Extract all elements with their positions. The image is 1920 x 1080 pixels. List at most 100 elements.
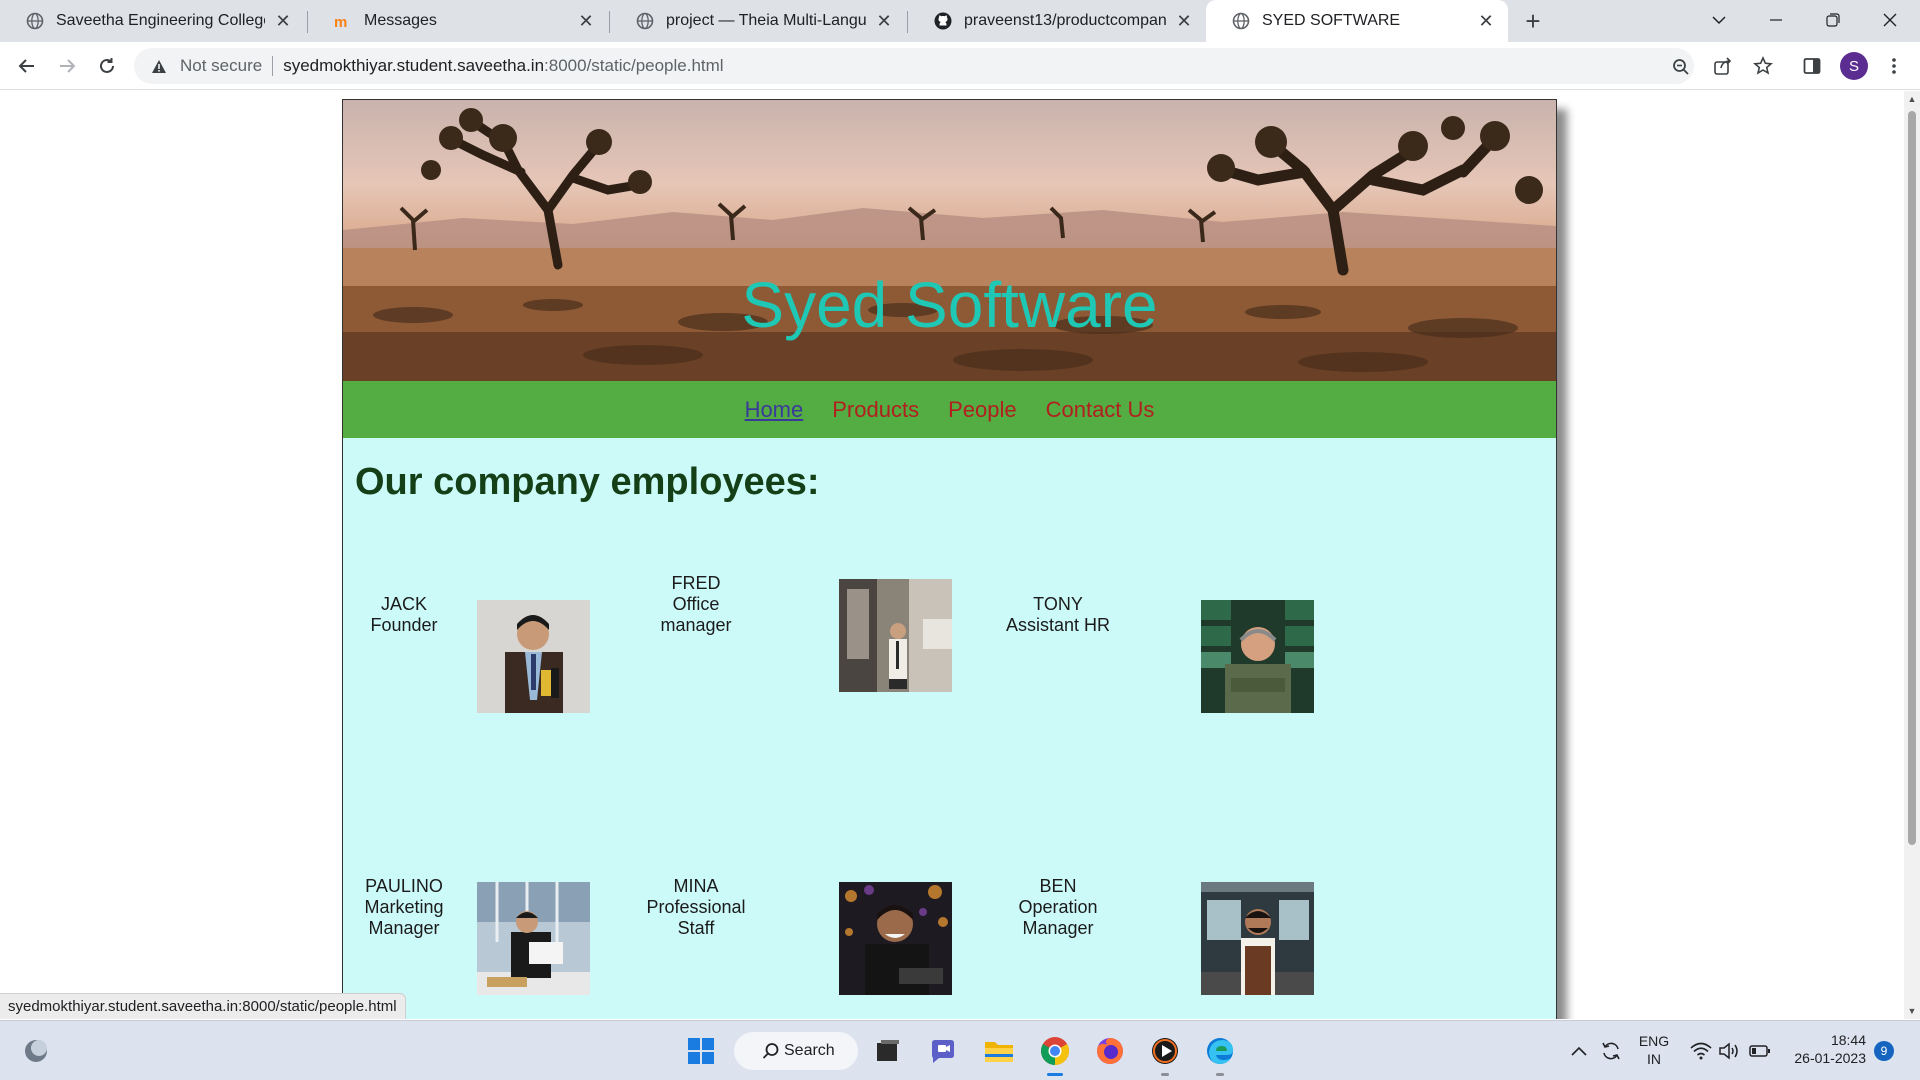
scroll-thumb[interactable] <box>1908 111 1916 845</box>
language-indicator[interactable]: ENG IN <box>1630 1032 1678 1068</box>
tab-github[interactable]: praveenst13/productcompanywe ✕ <box>908 0 1206 42</box>
new-tab-button[interactable]: + <box>1519 7 1547 35</box>
url-path: :8000/static/people.html <box>544 56 724 75</box>
nav-home-link[interactable]: Home <box>745 397 804 423</box>
employee-photo <box>477 882 590 995</box>
employee-card-ben: BEN Operation Manager <box>1003 876 1113 939</box>
tab-strip: Saveetha Engineering College ✕ m Message… <box>0 0 1920 42</box>
tab-search-chevron-icon[interactable] <box>1691 0 1747 40</box>
tab-theia[interactable]: project — Theia Multi-Language ✕ <box>610 0 906 42</box>
close-tab-icon[interactable]: ✕ <box>874 11 894 32</box>
employee-name: BEN <box>1039 876 1077 896</box>
tab-saveetha[interactable]: Saveetha Engineering College ✕ <box>0 0 305 42</box>
close-window-button[interactable] <box>1862 0 1918 40</box>
nav-people-link[interactable]: People <box>948 397 1017 423</box>
clock[interactable]: 18:44 26-01-2023 <box>1786 1031 1866 1067</box>
employee-name: MINA <box>673 876 719 896</box>
employee-card-fred: FRED Office manager <box>641 573 751 636</box>
employee-name: TONY <box>1033 594 1083 614</box>
edge-icon[interactable] <box>1200 1031 1240 1071</box>
employee-role: Professional Staff <box>646 897 746 938</box>
search-label: Search <box>784 1042 835 1059</box>
notification-badge[interactable]: 9 <box>1874 1041 1894 1061</box>
nav-contact-link[interactable]: Contact Us <box>1046 397 1155 423</box>
browser-toolbar: Not secure syedmokthiyar.student.saveeth… <box>0 42 1920 90</box>
sync-icon[interactable] <box>1591 1031 1631 1071</box>
employee-photo <box>1201 882 1314 995</box>
teams-chat-icon[interactable] <box>923 1031 963 1071</box>
side-panel-icon[interactable] <box>1800 54 1824 78</box>
battery-icon[interactable] <box>1740 1031 1780 1071</box>
moodle-icon: m <box>334 12 352 30</box>
search-icon <box>762 1042 780 1065</box>
employee-role: Operation Manager <box>1018 897 1098 938</box>
globe-icon <box>26 12 44 30</box>
profile-avatar[interactable]: S <box>1840 52 1868 80</box>
close-tab-icon[interactable]: ✕ <box>576 11 596 32</box>
menu-dots-icon[interactable] <box>1882 54 1906 78</box>
tab-syed-software[interactable]: SYED SOFTWARE ✕ <box>1206 0 1508 42</box>
chrome-active-indicator <box>1047 1073 1063 1076</box>
employee-name: FRED <box>671 573 721 593</box>
task-view-icon[interactable] <box>867 1031 907 1071</box>
widgets-icon[interactable] <box>16 1031 56 1071</box>
warning-icon[interactable] <box>150 57 168 75</box>
close-tab-icon[interactable]: ✕ <box>273 11 293 32</box>
employee-role: Marketing Manager <box>364 897 444 938</box>
page-viewport: Syed Software Home Products People Conta… <box>0 91 1904 1019</box>
employee-card-jack: JACK Founder <box>349 594 459 636</box>
employee-name: PAULINO <box>365 876 443 896</box>
address-bar[interactable]: Not secure syedmokthiyar.student.saveeth… <box>134 48 1694 84</box>
scroll-down-icon[interactable]: ▼ <box>1904 1003 1920 1019</box>
start-icon[interactable] <box>681 1031 721 1071</box>
forward-button[interactable] <box>51 50 83 82</box>
tab-title: praveenst13/productcompanywe <box>964 12 1166 29</box>
back-button[interactable] <box>11 50 43 82</box>
zoom-icon[interactable] <box>1670 56 1692 78</box>
scroll-up-icon[interactable]: ▲ <box>1904 91 1920 107</box>
employee-name: JACK <box>380 594 427 614</box>
nav-products-link[interactable]: Products <box>832 397 919 423</box>
page-scrollbar[interactable]: ▲ ▼ <box>1904 91 1920 1019</box>
employee-card-paulino: PAULINO Marketing Manager <box>349 876 459 939</box>
tab-title: project — Theia Multi-Language <box>666 12 866 29</box>
clock-date: 26-01-2023 <box>1794 1050 1866 1066</box>
tab-messages[interactable]: m Messages ✕ <box>308 0 608 42</box>
clock-time: 18:44 <box>1830 1032 1866 1048</box>
banner-image: Syed Software <box>343 100 1556 381</box>
taskbar-search[interactable]: Search <box>734 1032 858 1070</box>
file-explorer-icon[interactable] <box>979 1031 1019 1071</box>
security-label[interactable]: Not secure <box>180 56 262 76</box>
omnibox-divider <box>272 56 274 76</box>
share-icon[interactable] <box>1711 54 1735 78</box>
employee-photo <box>1201 600 1314 713</box>
url-text[interactable]: syedmokthiyar.student.saveetha.in:8000/s… <box>283 56 723 76</box>
url-host: syedmokthiyar.student.saveetha.in <box>283 56 545 75</box>
svg-text:m: m <box>334 14 347 30</box>
github-icon <box>934 12 952 30</box>
media-running-indicator <box>1161 1073 1169 1076</box>
page-heading: Our company employees: <box>355 461 820 503</box>
minimize-button[interactable] <box>1748 0 1804 40</box>
tab-title: Messages <box>364 12 437 29</box>
close-tab-icon[interactable]: ✕ <box>1476 11 1496 32</box>
reload-button[interactable] <box>91 50 123 82</box>
region-code: IN <box>1647 1051 1661 1067</box>
tab-title: Saveetha Engineering College <box>56 12 265 29</box>
firefox-icon[interactable] <box>1090 1031 1130 1071</box>
employee-role: Assistant HR <box>1005 615 1111 635</box>
close-tab-icon[interactable]: ✕ <box>1174 11 1194 32</box>
bookmark-star-icon[interactable] <box>1751 54 1775 78</box>
employee-card-tony: TONY Assistant HR <box>1003 594 1113 636</box>
employee-card-mina: MINA Professional Staff <box>641 876 751 939</box>
chrome-icon[interactable] <box>1035 1031 1075 1071</box>
windows-taskbar: Search ENG IN 18:44 26-01-2023 <box>0 1020 1920 1080</box>
tab-title: SYED SOFTWARE <box>1262 12 1401 29</box>
restore-button[interactable] <box>1805 0 1861 40</box>
status-bar-url: syedmokthiyar.student.saveetha.in:8000/s… <box>0 993 406 1019</box>
employee-photo <box>477 600 590 713</box>
employee-role: Founder <box>370 615 438 635</box>
media-player-icon[interactable] <box>1145 1031 1185 1071</box>
site-container: Syed Software Home Products People Conta… <box>342 99 1557 1019</box>
site-nav: Home Products People Contact Us <box>343 381 1556 438</box>
